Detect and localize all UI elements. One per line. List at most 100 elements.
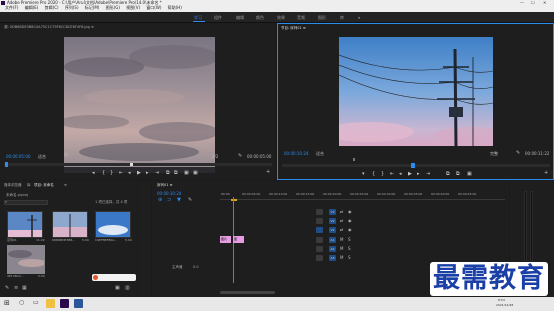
program-fit-select[interactable]: 适合 bbox=[316, 152, 324, 156]
list-view-icon[interactable]: ≡ bbox=[14, 286, 18, 291]
menu-edit[interactable]: 编辑(E) bbox=[25, 5, 39, 10]
a1-target-button[interactable]: A1 bbox=[329, 237, 336, 243]
menu-sequence[interactable]: 序列(S) bbox=[65, 5, 79, 10]
source-fit-select[interactable]: 适合 bbox=[38, 155, 46, 159]
program-mark-out-button[interactable]: } bbox=[381, 172, 384, 177]
workspace-graphics[interactable]: 图形 bbox=[318, 16, 326, 20]
a1-mute-icon[interactable]: M bbox=[340, 238, 343, 242]
project-item-thumbnail[interactable] bbox=[52, 211, 88, 238]
timeline-clip[interactable]: 图片 bbox=[220, 236, 231, 243]
a2-solo-icon[interactable]: S bbox=[348, 247, 351, 251]
project-menu-button[interactable]: ≡ bbox=[64, 183, 67, 188]
source-playhead[interactable] bbox=[5, 162, 8, 167]
windows-start-icon[interactable]: ⊞ bbox=[4, 300, 10, 307]
master-track-value[interactable]: 0.0 bbox=[193, 265, 199, 270]
linked-selection-icon[interactable]: ⊃ bbox=[167, 198, 171, 203]
program-go-out-button[interactable]: ⇥ bbox=[426, 172, 430, 177]
task-view-icon[interactable]: ▭ bbox=[33, 300, 39, 306]
new-item-icon[interactable]: ▣ bbox=[115, 286, 120, 291]
timeline-settings-icon[interactable]: ✎ bbox=[188, 198, 192, 203]
v3-sync-lock-icon[interactable]: ⇄ bbox=[340, 210, 343, 214]
menu-help[interactable]: 帮助(H) bbox=[168, 5, 182, 10]
minimize-button[interactable]: — bbox=[520, 1, 524, 5]
tab-libraries[interactable]: 库 bbox=[27, 183, 31, 188]
source-add-marker-button[interactable]: ◂ bbox=[92, 171, 95, 176]
a3-solo-icon[interactable]: S bbox=[348, 256, 351, 260]
maximize-button[interactable]: ☐ bbox=[531, 1, 535, 5]
workspace-libraries[interactable]: 库 bbox=[340, 16, 344, 20]
taskbar-clock-time[interactable]: 8:54 bbox=[498, 299, 505, 302]
source-scrub-bar[interactable] bbox=[4, 163, 272, 166]
work-area-bar[interactable] bbox=[231, 199, 237, 201]
project-search-input[interactable] bbox=[4, 200, 48, 205]
menu-marker[interactable]: 标记(M) bbox=[85, 5, 100, 10]
a3-target-button[interactable]: A3 bbox=[329, 255, 336, 261]
add-marker-icon[interactable]: ▼ bbox=[177, 198, 181, 203]
v1-eye-icon[interactable]: ◉ bbox=[348, 228, 352, 232]
source-step-back-button[interactable]: ◂ bbox=[128, 171, 131, 176]
source-camera-button[interactable]: ▣ bbox=[193, 171, 198, 176]
workspace-color[interactable]: 颜色 bbox=[256, 16, 264, 20]
project-item-thumbnail-selected[interactable] bbox=[7, 245, 46, 274]
program-export-frame-button[interactable]: ▣ bbox=[467, 172, 472, 177]
v2-sync-lock-icon[interactable]: ⇄ bbox=[340, 219, 343, 223]
workspace-effects[interactable]: 效果 bbox=[277, 16, 285, 20]
project-item-thumbnail[interactable] bbox=[7, 211, 43, 238]
source-go-out-button[interactable]: ⇥ bbox=[155, 171, 159, 176]
a3-toggle[interactable] bbox=[316, 255, 323, 261]
workspace-audio[interactable]: 音频 bbox=[297, 16, 305, 20]
v3-toggle[interactable] bbox=[316, 209, 323, 215]
menu-window[interactable]: 窗口(W) bbox=[146, 5, 161, 10]
close-button[interactable]: ✕ bbox=[543, 1, 546, 5]
file-explorer-icon[interactable] bbox=[46, 299, 55, 308]
v2-target-button[interactable]: V2 bbox=[329, 218, 336, 224]
program-wrench-icon[interactable]: ✎ bbox=[516, 151, 520, 156]
source-wrench-icon[interactable]: ✎ bbox=[238, 154, 242, 159]
program-extract-button[interactable]: ⧉ bbox=[456, 172, 460, 177]
program-monitor-tab[interactable]: 节目: 序列01 ≡ bbox=[281, 26, 306, 31]
a2-target-button[interactable]: A2 bbox=[329, 246, 336, 252]
menu-graphics[interactable]: 图形(G) bbox=[106, 5, 120, 10]
program-add-marker-button[interactable]: ▾ bbox=[362, 172, 365, 177]
source-overwrite-button[interactable]: ⧉ bbox=[174, 171, 178, 176]
word-taskbar-icon[interactable] bbox=[74, 299, 83, 308]
menu-clip[interactable]: 剪辑(C) bbox=[45, 5, 59, 10]
source-mark-in-button[interactable]: { bbox=[102, 171, 105, 176]
workspace-editing[interactable]: 编辑 bbox=[236, 16, 244, 20]
v1-sync-lock-icon[interactable]: ⇄ bbox=[340, 228, 343, 232]
program-quality-select[interactable]: 完整 bbox=[490, 152, 498, 156]
lock-icon[interactable]: ✎ bbox=[5, 286, 9, 291]
source-settings-icon[interactable]: ◎ bbox=[64, 153, 68, 158]
a2-toggle[interactable] bbox=[316, 246, 323, 252]
a1-toggle[interactable] bbox=[316, 237, 323, 243]
v3-target-button[interactable]: V3 bbox=[329, 209, 336, 215]
v1-source-patch[interactable] bbox=[316, 227, 323, 233]
a1-solo-icon[interactable]: S bbox=[348, 238, 351, 242]
workspace-more-button[interactable]: » bbox=[358, 16, 360, 20]
source-go-in-button[interactable]: ⇤ bbox=[119, 171, 123, 176]
source-timecode[interactable]: 00:00:05:00 bbox=[6, 155, 30, 159]
program-play-button[interactable]: ▶ bbox=[408, 172, 412, 177]
tab-project[interactable]: 项目: 未命名 bbox=[34, 183, 54, 188]
taskbar-clock-date[interactable]: 2021/12/28 bbox=[496, 304, 513, 307]
program-step-forward-button[interactable]: ▸ bbox=[417, 172, 420, 177]
program-scrub-bar[interactable] bbox=[282, 164, 550, 167]
program-lift-button[interactable]: ⧉ bbox=[446, 172, 450, 177]
source-step-forward-button[interactable]: ▸ bbox=[146, 171, 149, 176]
source-export-frame-button[interactable]: ▣ bbox=[184, 171, 189, 176]
program-timecode[interactable]: 00:00:10:24 bbox=[284, 152, 308, 156]
menu-view[interactable]: 视图(V) bbox=[126, 5, 140, 10]
search-icon[interactable]: ○ bbox=[19, 300, 24, 306]
ime-toolbar[interactable] bbox=[92, 274, 136, 281]
source-insert-button[interactable]: ⧉ bbox=[166, 171, 170, 176]
timeline-clip[interactable]: 图 bbox=[233, 236, 244, 243]
program-playhead[interactable] bbox=[411, 163, 415, 168]
snap-icon[interactable]: ⊕ bbox=[158, 198, 162, 203]
workspace-learn[interactable]: 学习 bbox=[194, 16, 202, 20]
v2-toggle[interactable] bbox=[316, 218, 323, 224]
project-item-thumbnail[interactable] bbox=[95, 211, 131, 238]
v3-eye-icon[interactable]: ◉ bbox=[348, 210, 352, 214]
source-monitor-tab[interactable]: 源: 0DB6BDE3B8C0A75C1C79F6CC8CE6F4F8.jpg … bbox=[4, 25, 94, 30]
a3-mute-icon[interactable]: M bbox=[340, 256, 343, 260]
timeline-timecode[interactable]: 00:00:10:24 bbox=[157, 192, 181, 196]
